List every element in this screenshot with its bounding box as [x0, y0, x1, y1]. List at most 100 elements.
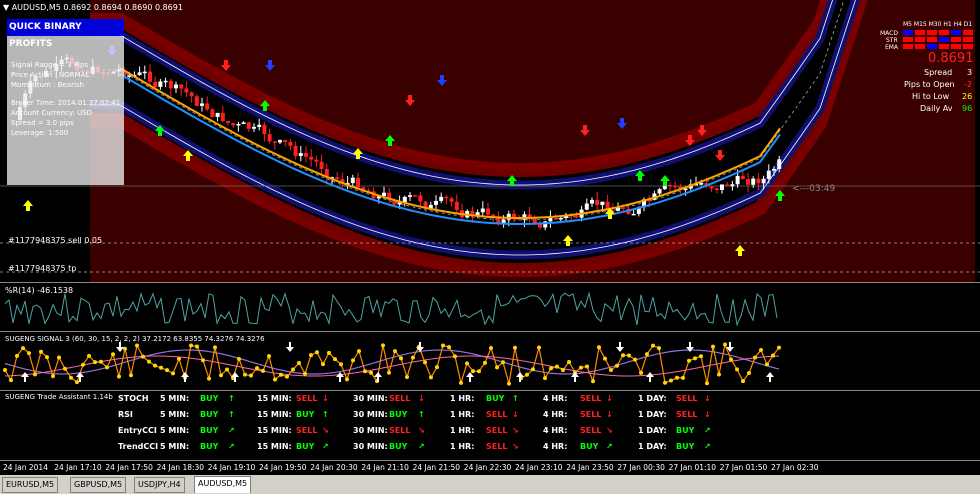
info-line: Price Action : NORMAL: [11, 71, 90, 79]
ta-arrow-icon: ↗: [606, 442, 613, 451]
signal-dot: [609, 368, 613, 373]
signal-dot: [279, 372, 283, 377]
candle-body: [231, 123, 236, 126]
signal-dot: [207, 376, 211, 381]
trend-grid: [903, 30, 977, 52]
signal-up-arrow-icon: [646, 372, 654, 382]
candle-body: [714, 188, 719, 191]
signal-dot: [453, 354, 457, 359]
ta-arrow-icon: ↗: [704, 442, 711, 451]
signal-dot: [447, 345, 451, 350]
signal-dot: [213, 345, 217, 350]
candle-body: [210, 109, 215, 118]
signal-dot: [543, 376, 547, 381]
signal-dot: [165, 368, 169, 373]
signal-dot: [273, 377, 277, 382]
signal-dot: [285, 374, 289, 379]
signal-label: SUGENG SIGNAL 3 (60, 30, 15, 2, 2, 2) 37…: [5, 335, 265, 343]
ta-signal: BUY: [389, 410, 408, 419]
signal-dot: [741, 379, 745, 384]
signal-indicator-pane[interactable]: SUGENG SIGNAL 3 (60, 30, 15, 2, 2, 2) 37…: [0, 332, 980, 391]
candle-body: [174, 84, 178, 89]
signal-dot: [717, 372, 721, 377]
candle-body: [200, 103, 204, 106]
signal-dot: [159, 365, 163, 370]
signal-dot: [3, 367, 7, 372]
candle-body: [777, 159, 782, 170]
candle-body: [158, 81, 163, 87]
ta-signal: SELL: [676, 394, 698, 403]
ta-arrow-icon: ↑: [322, 410, 329, 419]
ta-timeframe-label: 4 HR:: [543, 394, 568, 403]
signal-dot: [87, 353, 91, 358]
ta-signal: BUY: [486, 394, 505, 403]
candle-body: [584, 203, 589, 210]
signal-up-arrow-icon: [336, 372, 344, 382]
ta-timeframe-label: 1 HR:: [450, 426, 475, 435]
signal-dot: [591, 379, 595, 384]
ta-timeframe-label: 1 DAY:: [638, 410, 667, 419]
main-chart-pane[interactable]: ▼ AUDUSD,M5 0.8692 0.8694 0.8690 0.8691 …: [0, 0, 980, 283]
signal-dot: [105, 365, 109, 370]
trade-assistant-pane[interactable]: SUGENG Trade Assistant 1.14b STOCH 5 MIN:…: [0, 391, 980, 460]
time-tick-label: 27 Jan 01:50: [719, 463, 768, 472]
wpr-indicator-pane[interactable]: %R(14) -46.1538: [0, 283, 980, 332]
signal-dot: [555, 364, 559, 369]
buy-arrow-icon: [660, 175, 670, 186]
candle-body: [246, 122, 251, 129]
candle-body: [480, 208, 485, 213]
order-line-label: #1177948375 tp: [8, 264, 77, 273]
chart-tab[interactable]: AUDUSD,M5: [194, 476, 252, 493]
candle-body: [621, 207, 626, 209]
stat-value: 3: [967, 68, 973, 77]
candle-body: [434, 200, 438, 205]
candle-body: [699, 183, 704, 185]
time-tick-label: 24 Jan 21:50: [412, 463, 461, 472]
info-line: Account Currency: USD: [11, 109, 93, 117]
trade-assistant-grid: STOCH 5 MIN: BUY ↑ 15 MIN: SELL ↓ 30 MIN: SELL ↓ 1…: [0, 391, 980, 460]
ta-signal: BUY: [676, 426, 695, 435]
ta-timeframe-label: 1 HR:: [450, 442, 475, 451]
chart-header: ▼ AUDUSD,M5 0.8692 0.8694 0.8690 0.8691: [3, 3, 183, 12]
signal-dot: [69, 375, 73, 380]
stat-label: Spread: [924, 68, 953, 77]
signal-dot: [759, 347, 763, 352]
signal-dot: [33, 372, 37, 377]
ta-timeframe-label: 4 HR:: [543, 442, 568, 451]
signal-dot: [201, 358, 205, 363]
signal-dot: [135, 343, 139, 348]
chart-tab[interactable]: USDJPY,H4: [134, 477, 185, 493]
signal-dot: [525, 372, 529, 377]
ta-timeframe-label: 30 MIN:: [353, 442, 388, 451]
chart-tab[interactable]: GBPUSD,M5: [70, 477, 127, 493]
candle-body: [382, 192, 386, 197]
chart-tab[interactable]: EURUSD,M5: [2, 477, 59, 493]
ta-signal: SELL: [389, 426, 411, 435]
time-tick-label: 27 Jan 01:10: [668, 463, 717, 472]
candle-body: [298, 153, 303, 156]
info-panel-title: QUICK BINARY PROFITS: [7, 19, 124, 49]
signal-dot: [393, 349, 397, 354]
time-tick-label: 24 Jan 23:50: [566, 463, 614, 472]
ta-timeframe-label: 5 MIN:: [160, 426, 190, 435]
signal-dot: [117, 374, 121, 379]
candle-body: [735, 175, 740, 185]
candle-body: [215, 112, 220, 118]
signal-dot: [723, 342, 727, 347]
signal-dot: [537, 345, 541, 350]
ta-signal: SELL: [486, 426, 508, 435]
signal-dot: [237, 356, 241, 361]
signal-dot: [327, 350, 331, 355]
candle-body: [631, 213, 636, 216]
signal-dot: [441, 343, 445, 348]
ta-arrow-icon: ↑: [418, 410, 425, 419]
indicator-row-label: EMA: [885, 44, 899, 51]
signal-dot: [315, 350, 319, 355]
trend-cell: [939, 37, 949, 42]
candle-body: [548, 218, 553, 222]
signal-dot: [411, 355, 415, 360]
ta-timeframe-label: 15 MIN:: [257, 410, 292, 419]
time-tick-label: 27 Jan 02:30: [771, 463, 819, 472]
candle-body: [350, 177, 355, 184]
candle-body: [262, 124, 267, 135]
